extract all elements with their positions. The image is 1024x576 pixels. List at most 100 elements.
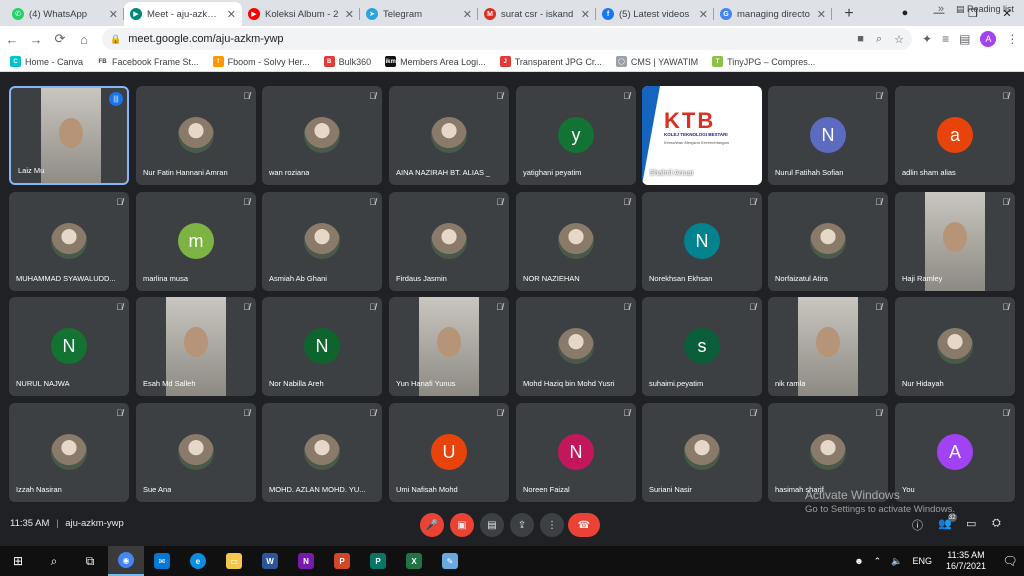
bookmark-star-icon[interactable]: ☆: [894, 33, 904, 46]
zoom-icon[interactable]: ⌕: [876, 33, 882, 46]
present-now-button[interactable]: ⇪: [510, 513, 534, 537]
participant-tile[interactable]: 🎙̸ Esah Md Salleh: [136, 297, 256, 396]
mail-taskbar-icon[interactable]: ✉: [144, 546, 180, 576]
extensions-icon[interactable]: ✦: [922, 32, 932, 46]
participant-tile[interactable]: N 🎙̸ NURUL NAJWA: [9, 297, 129, 396]
bookmark-item[interactable]: T TinyJPG – Compres...: [712, 56, 815, 67]
search-icon[interactable]: ⌕: [36, 546, 72, 576]
forward-button[interactable]: →: [24, 32, 48, 47]
language-indicator[interactable]: ENG: [912, 556, 932, 566]
participant-tile[interactable]: U 🎙̸ Umi Nafisah Mohd: [389, 403, 509, 502]
camera-in-use-icon[interactable]: ■: [857, 33, 864, 45]
captions-button[interactable]: ▤: [480, 513, 504, 537]
participant-tile[interactable]: 🎙̸ Sue Ana: [136, 403, 256, 502]
mic-off-button[interactable]: 🎤: [420, 513, 444, 537]
participant-tile[interactable]: 🎙̸ Mohd Haziq bin Mohd Yusri: [516, 297, 636, 396]
participant-tile[interactable]: 🎙̸ Nur Hidayah: [895, 297, 1015, 396]
participant-tile[interactable]: 🎙̸ Nur Fatin Hannani Amran: [136, 86, 256, 185]
close-tab-icon[interactable]: ✕: [699, 8, 708, 21]
participant-tile[interactable]: 🎙̸ AINA NAZIRAH BT. ALIAS _: [389, 86, 509, 185]
reload-button[interactable]: ⟳: [48, 31, 72, 47]
new-tab-button[interactable]: +: [838, 2, 860, 26]
participant-tile[interactable]: ||| Laiz Mu: [9, 86, 129, 185]
edge-taskbar-icon[interactable]: e: [180, 546, 216, 576]
bookmarks-overflow-button[interactable]: »: [938, 3, 944, 15]
excel-taskbar-icon[interactable]: X: [396, 546, 432, 576]
participant-tile[interactable]: 🎙̸ nik ramla: [768, 297, 888, 396]
clock[interactable]: 11:35 AM 16/7/2021: [946, 550, 986, 572]
people-tray-icon[interactable]: ☻: [854, 556, 863, 566]
tray-chevron-icon[interactable]: ⌃: [874, 556, 882, 567]
participant-tile[interactable]: 🎙̸ Izzah Nasiran: [9, 403, 129, 502]
task-view-icon[interactable]: ⧉: [72, 546, 108, 576]
close-tab-icon[interactable]: ✕: [227, 8, 236, 21]
bookmark-item[interactable]: J Transparent JPG Cr...: [499, 56, 602, 67]
profile-avatar[interactable]: A: [980, 31, 997, 47]
participant-tile[interactable]: 🎙̸ Suriani Nasir: [642, 403, 762, 502]
bookmark-item[interactable]: FB Facebook Frame St...: [97, 56, 199, 67]
leave-call-button[interactable]: ☎: [568, 513, 600, 537]
bookmark-item[interactable]: ◯ CMS | YAWATIM: [615, 56, 698, 67]
participant-tile[interactable]: 🎙̸ Haji Ramley: [895, 192, 1015, 291]
browser-tab[interactable]: Gmanaging directo ✕: [714, 2, 832, 26]
close-tab-icon[interactable]: ✕: [817, 8, 826, 21]
participant-tile[interactable]: N 🎙̸ Norekhsan Ekhsan: [642, 192, 762, 291]
close-tab-icon[interactable]: ✕: [463, 8, 472, 21]
publisher-taskbar-icon[interactable]: P: [360, 546, 396, 576]
home-button[interactable]: ⌂: [72, 32, 96, 47]
tab-title: (4) WhatsApp: [29, 8, 88, 20]
participant-tile[interactable]: N 🎙̸ Noreen Faizal: [516, 403, 636, 502]
reading-list-icon[interactable]: ▤: [959, 32, 970, 46]
powerpoint-taskbar-icon[interactable]: P: [324, 546, 360, 576]
word-taskbar-icon[interactable]: W: [252, 546, 288, 576]
browser-tab[interactable]: ▶ Koleksi Album - 2 ✕: [242, 2, 360, 26]
browser-tab[interactable]: f (5) Latest videos ✕: [596, 2, 714, 26]
participant-tile[interactable]: m 🎙̸ marlina musa: [136, 192, 256, 291]
participant-tile[interactable]: y 🎙̸ yatighani peyatim: [516, 86, 636, 185]
back-button[interactable]: ←: [0, 32, 24, 47]
mic-muted-icon: 🎙̸: [369, 197, 376, 207]
participant-tile[interactable]: 🎙̸ NOR NAZIEHAN: [516, 192, 636, 291]
participant-tile[interactable]: 🎙̸ Firdaus Jasmin: [389, 192, 509, 291]
participant-tile[interactable]: 🎙̸ Asmiah Ab Ghani: [262, 192, 382, 291]
reading-list-button[interactable]: ▤ Reading list: [956, 4, 1014, 15]
meeting-details-icon[interactable]: ⓘ: [912, 517, 923, 533]
browser-tab[interactable]: ✆ (4) WhatsApp ✕: [6, 2, 124, 26]
file-explorer-icon[interactable]: ▭: [216, 546, 252, 576]
chrome-taskbar-icon[interactable]: ◉: [108, 546, 144, 576]
participant-tile[interactable]: 🎙̸ MUHAMMAD SYAWALUDD...: [9, 192, 129, 291]
participant-tile[interactable]: KTB KOLEJ TEKNOLOGI BESTARI Kemahiran Menj…: [642, 86, 762, 185]
people-icon[interactable]: 👥 32: [938, 513, 957, 530]
participant-tile[interactable]: a 🎙̸ adlin sham alias: [895, 86, 1015, 185]
chrome-menu-icon[interactable]: ⋮: [1006, 32, 1018, 46]
chat-icon[interactable]: ▭: [966, 517, 976, 530]
bookmark-item[interactable]: f Fboom - Solvy Her...: [212, 56, 310, 67]
start-button[interactable]: ⊞: [0, 546, 36, 576]
browser-tab[interactable]: ▶ Meet - aju-azkm-ywp✕: [124, 2, 242, 26]
camera-off-button[interactable]: ▣: [450, 513, 474, 537]
browser-tab[interactable]: ➤ Telegram ✕: [360, 2, 478, 26]
close-tab-icon[interactable]: ✕: [581, 8, 590, 21]
paint-taskbar-icon[interactable]: ✎: [432, 546, 468, 576]
notifications-icon[interactable]: 🗨: [996, 554, 1024, 568]
bookmark-item[interactable]: B Bulk360: [323, 56, 371, 67]
close-tab-icon[interactable]: ✕: [109, 8, 118, 21]
participant-tile[interactable]: 🎙̸ MOHD. AZLAN MOHD. YU...: [262, 403, 382, 502]
more-options-button[interactable]: ⋮: [540, 513, 564, 537]
participant-tile[interactable]: N 🎙̸ Nor Nabilla Areh: [262, 297, 382, 396]
address-bar[interactable]: 🔒 meet.google.com/aju-azkm-ywp ■ ⌕ ☆: [102, 28, 912, 50]
volume-icon[interactable]: 🔈: [891, 556, 902, 567]
close-tab-icon[interactable]: ✕: [345, 8, 354, 21]
participant-tile[interactable]: 🎙̸ wan roziana: [262, 86, 382, 185]
media-control-icon[interactable]: ≡: [942, 32, 949, 46]
bookmark-item[interactable]: ikm Members Area Logi...: [385, 56, 486, 67]
participant-tile[interactable]: N 🎙̸ Nurul Fatihah Sofian: [768, 86, 888, 185]
participant-tile[interactable]: 🎙̸ Yun Hanafi Yunus: [389, 297, 509, 396]
browser-tab[interactable]: Msurat csr - iskand ✕: [478, 2, 596, 26]
profile-menu-icon[interactable]: ●: [888, 7, 922, 19]
bookmark-item[interactable]: C Home - Canva: [10, 56, 83, 67]
onenote-taskbar-icon[interactable]: N: [288, 546, 324, 576]
activities-icon[interactable]: ⛭: [992, 517, 1001, 530]
participant-tile[interactable]: s 🎙̸ suhaimi.peyatim: [642, 297, 762, 396]
participant-tile[interactable]: 🎙̸ Norfaizatul Atira: [768, 192, 888, 291]
